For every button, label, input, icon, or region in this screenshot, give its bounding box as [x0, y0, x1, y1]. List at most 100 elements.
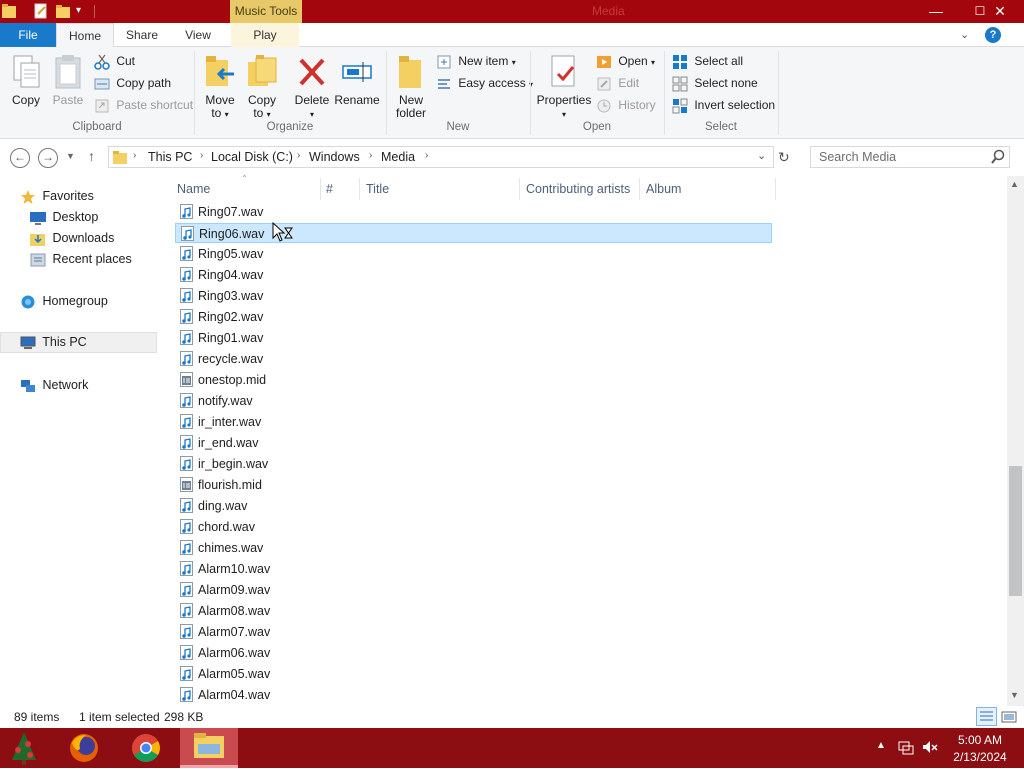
- close-button[interactable]: ✕: [978, 0, 1022, 23]
- large-icons-view-button[interactable]: [1000, 708, 1018, 726]
- delete-button[interactable]: Delete ▾: [292, 54, 332, 121]
- search-icon[interactable]: [991, 149, 1005, 165]
- file-row[interactable]: notify.wav: [175, 391, 772, 411]
- copy-button[interactable]: Copy: [6, 54, 46, 107]
- file-row[interactable]: onestop.mid: [175, 370, 772, 390]
- nav-this-pc[interactable]: This PC: [20, 332, 87, 352]
- column-header-name[interactable]: Name: [177, 181, 210, 199]
- column-header-number[interactable]: #: [326, 181, 333, 199]
- scrollbar-thumb[interactable]: [1009, 466, 1022, 596]
- nav-downloads[interactable]: Downloads: [30, 228, 114, 248]
- column-divider[interactable]: [775, 178, 776, 200]
- file-row[interactable]: ir_end.wav: [175, 433, 772, 453]
- breadcrumb-this-pc[interactable]: This PC: [148, 150, 192, 164]
- vertical-scrollbar[interactable]: ▲ ▼: [1007, 176, 1024, 706]
- scroll-up-icon[interactable]: ▲: [1010, 179, 1019, 189]
- file-explorer-taskbar-button[interactable]: [180, 728, 238, 768]
- file-row[interactable]: chord.wav: [175, 517, 772, 537]
- forward-button[interactable]: →: [38, 148, 58, 168]
- details-view-button[interactable]: [976, 707, 997, 726]
- nav-network[interactable]: Network: [20, 375, 88, 395]
- chrome-icon[interactable]: [128, 731, 164, 765]
- breadcrumb-local-disk[interactable]: Local Disk (C:): [211, 150, 293, 164]
- file-row[interactable]: Ring04.wav: [175, 265, 772, 285]
- search-input[interactable]: Search Media: [810, 146, 1010, 168]
- move-to-button[interactable]: Move to ▾: [200, 54, 240, 121]
- breadcrumb-windows[interactable]: Windows: [309, 150, 360, 164]
- nav-homegroup[interactable]: Homegroup: [20, 291, 108, 311]
- back-button[interactable]: ←: [10, 148, 30, 168]
- properties-button[interactable]: Properties ▾: [536, 54, 592, 121]
- folder-app-icon[interactable]: [2, 3, 18, 19]
- invert-selection-button[interactable]: Invert selection: [672, 98, 775, 114]
- network-status-icon[interactable]: [898, 739, 914, 755]
- clock-time[interactable]: 5:00 AM: [944, 733, 1016, 747]
- file-row[interactable]: flourish.mid: [175, 475, 772, 495]
- breadcrumb-media[interactable]: Media: [381, 150, 415, 164]
- tab-home[interactable]: Home: [56, 23, 114, 48]
- select-none-button[interactable]: Select none: [672, 76, 758, 92]
- file-row[interactable]: ding.wav: [175, 496, 772, 516]
- file-row[interactable]: Ring01.wav: [175, 328, 772, 348]
- copy-to-button[interactable]: Copy to ▾: [242, 54, 282, 121]
- file-row[interactable]: Alarm10.wav: [175, 559, 772, 579]
- file-row[interactable]: Alarm04.wav: [175, 685, 772, 705]
- file-row[interactable]: chimes.wav: [175, 538, 772, 558]
- file-row[interactable]: Alarm06.wav: [175, 643, 772, 663]
- file-row[interactable]: Ring03.wav: [175, 286, 772, 306]
- address-dropdown-icon[interactable]: ⌄: [757, 149, 766, 162]
- file-row[interactable]: Ring06.wav: [175, 223, 772, 243]
- file-row[interactable]: Alarm08.wav: [175, 601, 772, 621]
- clock-date[interactable]: 2/13/2024: [944, 750, 1016, 764]
- file-row[interactable]: Alarm07.wav: [175, 622, 772, 642]
- copy-path-button[interactable]: Copy path: [94, 76, 171, 92]
- help-icon[interactable]: ?: [985, 27, 1001, 43]
- recent-locations-dropdown[interactable]: ▼: [66, 151, 78, 165]
- column-divider[interactable]: [639, 178, 640, 200]
- volume-muted-icon[interactable]: [922, 739, 938, 755]
- up-button[interactable]: ↑: [88, 148, 102, 166]
- tab-view[interactable]: View: [170, 23, 226, 47]
- paste-button[interactable]: Paste: [48, 54, 88, 107]
- history-button[interactable]: History: [596, 98, 656, 114]
- column-divider[interactable]: [519, 178, 520, 200]
- new-folder-quick-icon[interactable]: [55, 3, 71, 19]
- address-bar[interactable]: › This PC › Local Disk (C:) › Windows › …: [108, 146, 774, 168]
- column-header-contributing-artists[interactable]: Contributing artists: [526, 181, 630, 199]
- tree-app-icon[interactable]: [4, 730, 44, 766]
- customize-qat-icon[interactable]: ▾: [76, 3, 92, 19]
- tab-file[interactable]: File: [0, 23, 56, 47]
- show-hidden-icons-icon[interactable]: ▲: [876, 740, 886, 751]
- file-row[interactable]: Ring02.wav: [175, 307, 772, 327]
- cut-button[interactable]: Cut: [94, 54, 135, 70]
- select-all-button[interactable]: Select all: [672, 54, 743, 70]
- file-row[interactable]: recycle.wav: [175, 349, 772, 369]
- new-item-button[interactable]: New item ▾: [436, 54, 516, 70]
- column-divider[interactable]: [359, 178, 360, 200]
- tab-share[interactable]: Share: [114, 23, 170, 47]
- properties-quick-icon[interactable]: [33, 3, 49, 19]
- nav-recent-places[interactable]: Recent places: [30, 249, 132, 269]
- nav-favorites[interactable]: Favorites: [20, 186, 94, 206]
- minimize-button[interactable]: —: [914, 0, 958, 23]
- file-row[interactable]: Ring07.wav: [175, 202, 772, 222]
- column-header-title[interactable]: Title: [366, 181, 389, 199]
- column-divider[interactable]: [320, 178, 321, 200]
- column-header-album[interactable]: Album: [646, 181, 681, 199]
- firefox-icon[interactable]: [66, 731, 102, 765]
- file-row[interactable]: ir_inter.wav: [175, 412, 772, 432]
- file-row[interactable]: Alarm09.wav: [175, 580, 772, 600]
- file-row[interactable]: Alarm05.wav: [175, 664, 772, 684]
- new-folder-button[interactable]: New folder: [391, 54, 431, 120]
- paste-shortcut-button[interactable]: Paste shortcut: [94, 98, 193, 114]
- file-row[interactable]: ir_begin.wav: [175, 454, 772, 474]
- scroll-down-icon[interactable]: ▼: [1010, 690, 1019, 700]
- open-button[interactable]: Open ▾: [596, 54, 655, 70]
- easy-access-button[interactable]: Easy access ▾: [436, 76, 533, 92]
- rename-button[interactable]: Rename: [334, 54, 380, 107]
- refresh-button[interactable]: ↻: [778, 149, 794, 165]
- nav-desktop[interactable]: Desktop: [30, 207, 98, 227]
- expand-ribbon-icon[interactable]: ⌄: [960, 28, 974, 42]
- edit-button[interactable]: Edit: [596, 76, 639, 92]
- file-row[interactable]: Ring05.wav: [175, 244, 772, 264]
